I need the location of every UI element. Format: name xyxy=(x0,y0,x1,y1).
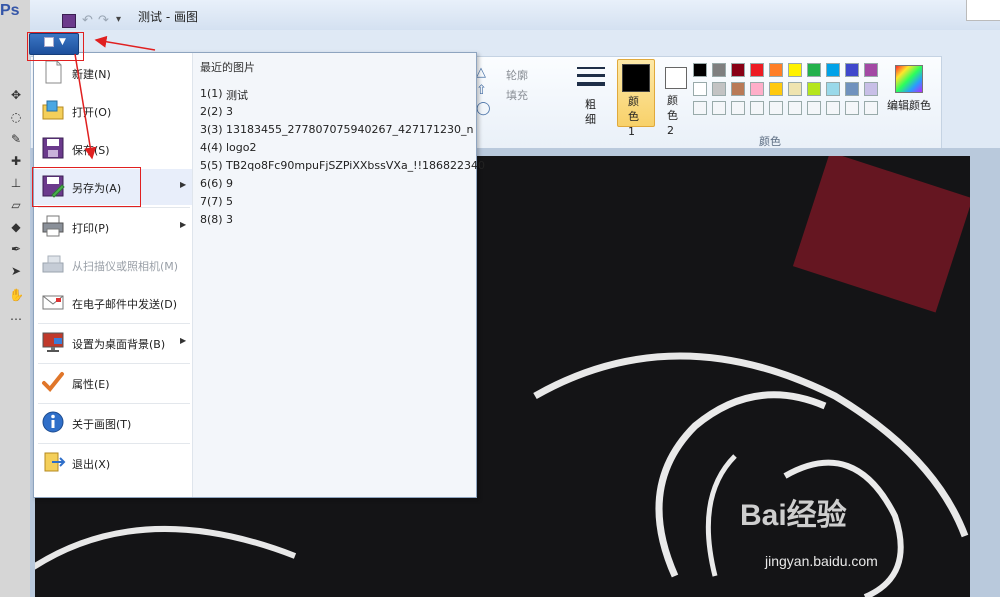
annotation-arrow-to-save-as xyxy=(74,53,97,160)
annotation-arrow-to-menu xyxy=(94,35,156,51)
annotation-arrows xyxy=(74,35,156,160)
